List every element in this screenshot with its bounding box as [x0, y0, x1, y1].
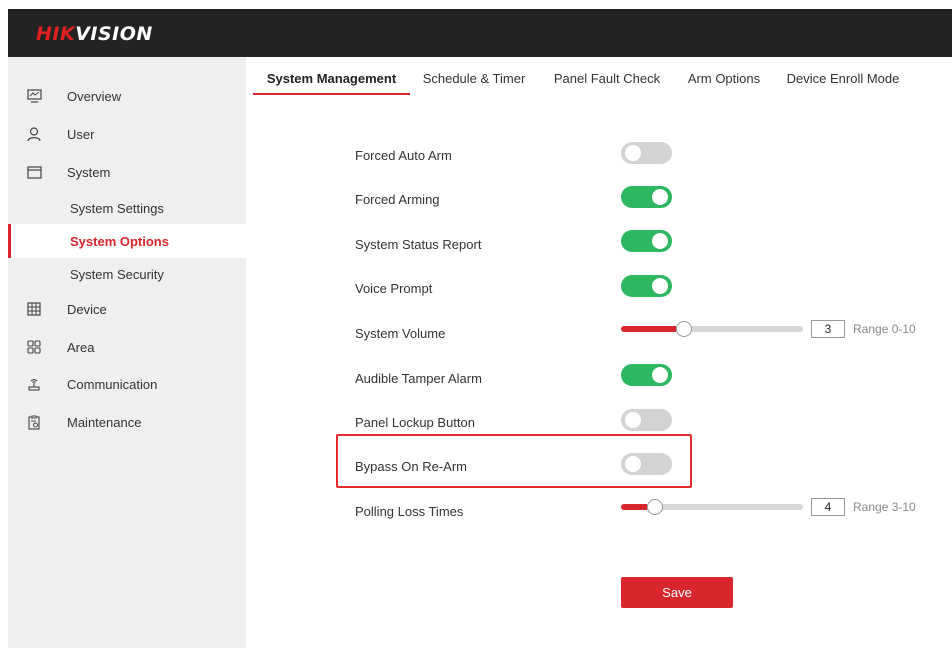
slider-thumb[interactable]: [647, 499, 663, 515]
polling-loss-times-range-hint: Range 3-10: [853, 500, 916, 514]
tab-device-enroll-mode[interactable]: Device Enroll Mode: [783, 62, 903, 96]
sidebar-item-label: User: [67, 126, 95, 142]
tab-arm-options[interactable]: Arm Options: [685, 62, 763, 96]
polling-loss-times-slider[interactable]: [621, 499, 803, 515]
toggle-knob: [625, 456, 641, 472]
sidebar-item-maintenance[interactable]: Maintenance: [8, 405, 246, 439]
user-icon: [26, 126, 42, 142]
toggle-knob: [652, 233, 668, 249]
bypass-on-rearm-toggle[interactable]: [621, 453, 672, 475]
panel-lockup-button-label: Panel Lockup Button: [355, 415, 475, 430]
window-icon: [26, 164, 42, 180]
forced-auto-arm-label: Forced Auto Arm: [355, 148, 452, 163]
logo-red-part: HIK: [36, 23, 76, 45]
sidebar-item-label: Overview: [67, 88, 122, 104]
system-status-report-toggle[interactable]: [621, 230, 672, 252]
panel-lockup-button-toggle[interactable]: [621, 409, 672, 431]
sidebar-item-label: Area: [67, 339, 95, 355]
voice-prompt-label: Voice Prompt: [355, 281, 433, 296]
sidebar-item-system[interactable]: System: [8, 155, 246, 189]
sidebar-item-user[interactable]: User: [8, 117, 246, 151]
sidebar-item-label: System: [67, 164, 111, 180]
audible-tamper-alarm-label: Audible Tamper Alarm: [355, 371, 482, 386]
save-button[interactable]: Save: [621, 577, 733, 608]
logo-white-part: VISION: [75, 23, 153, 45]
slider-fill: [621, 504, 647, 510]
hikvision-logo: HIKVISION: [36, 23, 153, 45]
toggle-knob: [625, 412, 641, 428]
sidebar-subitem-system-options[interactable]: System Options: [8, 224, 246, 258]
tab-panel-fault-check[interactable]: Panel Fault Check: [551, 62, 663, 96]
audible-tamper-alarm-toggle[interactable]: [621, 364, 672, 386]
sidebar-subitem-label: System Security: [70, 266, 164, 282]
sidebar-item-overview[interactable]: Overview: [8, 79, 246, 113]
forced-arming-toggle[interactable]: [621, 186, 672, 208]
slider-thumb[interactable]: [676, 321, 692, 337]
sidebar-item-label: Communication: [67, 376, 158, 392]
sidebar-subitem-system-security[interactable]: System Security: [8, 257, 246, 291]
bypass-on-rearm-label: Bypass On Re-Arm: [355, 459, 467, 474]
sidebar-subitem-label: System Options: [70, 233, 169, 249]
sidebar-item-label: Device: [67, 301, 107, 317]
monitor-icon: [26, 88, 42, 104]
sidebar-subitem-system-settings[interactable]: System Settings: [8, 191, 246, 225]
voice-prompt-toggle[interactable]: [621, 275, 672, 297]
sidebar-item-label: Maintenance: [67, 414, 142, 430]
toggle-knob: [652, 278, 668, 294]
system-status-report-label: System Status Report: [355, 237, 482, 252]
system-volume-slider[interactable]: [621, 321, 803, 337]
polling-loss-times-value-field[interactable]: 4: [811, 498, 845, 516]
sidebar-item-communication[interactable]: Communication: [8, 367, 246, 401]
tab-bar: System Management Schedule & Timer Panel…: [253, 62, 943, 96]
forced-auto-arm-toggle[interactable]: [621, 142, 672, 164]
antenna-icon: [26, 376, 42, 392]
toggle-knob: [625, 145, 641, 161]
sidebar: Overview User System System Settings Sys…: [8, 57, 246, 648]
polling-loss-times-label: Polling Loss Times: [355, 504, 464, 519]
clipboard-gear-icon: [26, 414, 42, 430]
sidebar-item-device[interactable]: Device: [8, 292, 246, 326]
tab-schedule-timer[interactable]: Schedule & Timer: [420, 62, 528, 96]
toggle-knob: [652, 367, 668, 383]
sidebar-subitem-label: System Settings: [70, 200, 164, 216]
system-volume-label: System Volume: [355, 326, 446, 341]
forced-arming-label: Forced Arming: [355, 192, 440, 207]
device-grid-icon: [26, 301, 42, 317]
system-volume-value-field[interactable]: 3: [811, 320, 845, 338]
area-grid-icon: [26, 339, 42, 355]
top-bar: HIKVISION: [8, 9, 952, 57]
sidebar-item-area[interactable]: Area: [8, 330, 246, 364]
slider-fill: [621, 326, 676, 332]
system-volume-range-hint: Range 0-10: [853, 322, 916, 336]
toggle-knob: [652, 189, 668, 205]
tab-system-management[interactable]: System Management: [253, 62, 410, 96]
